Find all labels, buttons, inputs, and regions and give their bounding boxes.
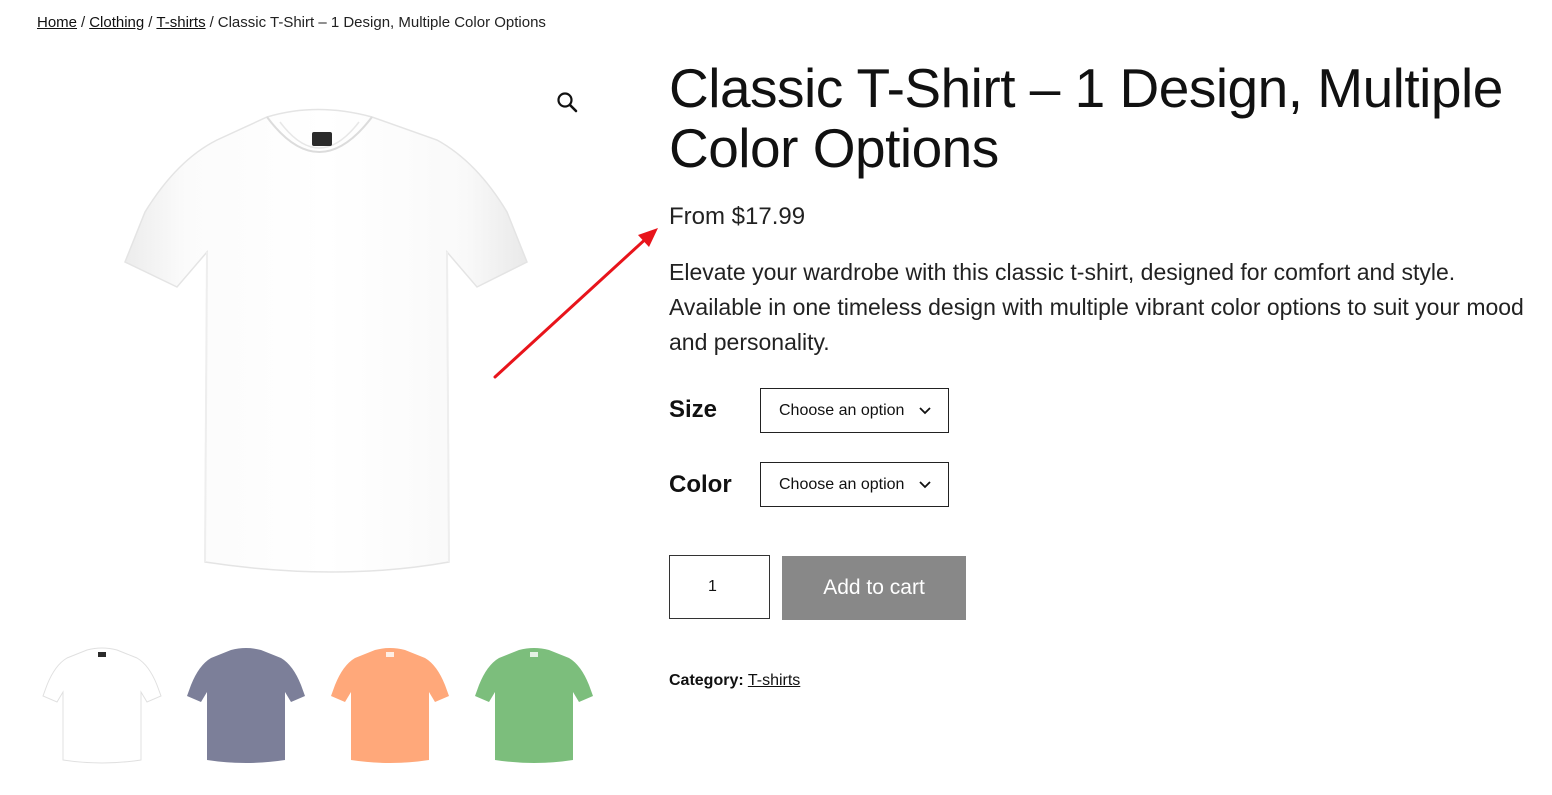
thumbnail-gray-tshirt[interactable]	[181, 640, 311, 770]
product-title: Classic T-Shirt – 1 Design, Multiple Col…	[669, 57, 1503, 179]
thumbnail-white-tshirt[interactable]	[37, 640, 167, 770]
breadcrumb-separator: /	[81, 14, 86, 31]
chevron-down-icon	[919, 481, 931, 489]
thumbnail-strip	[37, 640, 607, 770]
product-description: Elevate your wardrobe with this classic …	[669, 259, 1524, 355]
quantity-input[interactable]: 1	[669, 555, 770, 619]
breadcrumb-separator: /	[209, 14, 214, 31]
category-label: Category:	[669, 672, 744, 689]
color-label: Color	[669, 471, 732, 498]
breadcrumb-clothing-link[interactable]: Clothing	[89, 14, 144, 31]
thumbnail-green-tshirt[interactable]	[469, 640, 599, 770]
product-price: From $17.99	[669, 203, 806, 230]
size-select[interactable]: Choose an option	[760, 388, 949, 433]
quantity-value: 1	[708, 578, 717, 595]
thumbnail-orange-tshirt[interactable]	[325, 640, 455, 770]
size-label: Size	[669, 396, 718, 423]
breadcrumb-tshirts-link[interactable]: T-shirts	[156, 14, 205, 31]
breadcrumb: Home / Clothing / T-shirts / Classic T-Shirt –…	[37, 14, 546, 31]
magnifier-icon[interactable]	[554, 89, 582, 117]
category-link[interactable]: T-shirts	[748, 672, 800, 689]
breadcrumb-current: Classic T-Shirt – 1 Design, Multiple Col…	[217, 14, 546, 31]
product-summary: Classic T-Shirt – 1 Design, Multiple Col…	[669, 57, 1539, 689]
add-to-cart-button[interactable]: Add to cart	[782, 556, 966, 620]
size-select-value: Choose an option	[779, 402, 905, 419]
breadcrumb-separator: /	[148, 14, 153, 31]
annotation-arrow	[493, 228, 658, 379]
breadcrumb-home-link[interactable]: Home	[37, 14, 77, 31]
chevron-down-icon	[919, 407, 931, 415]
color-select[interactable]: Choose an option	[760, 462, 949, 507]
product-meta: Category: T-shirts	[669, 672, 800, 690]
color-select-value: Choose an option	[779, 476, 905, 493]
